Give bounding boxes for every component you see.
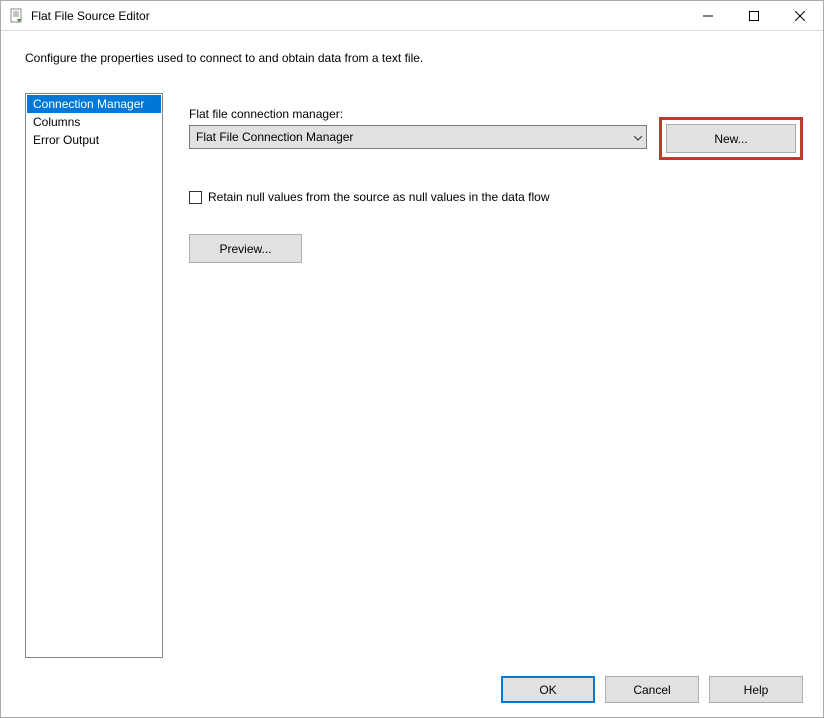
maximize-button[interactable] — [731, 1, 777, 30]
main-content: Connection Manager Columns Error Output … — [1, 93, 823, 658]
dialog-window: Flat File Source Editor Configure the pr… — [0, 0, 824, 718]
cancel-button[interactable]: Cancel — [605, 676, 699, 703]
dialog-description: Configure the properties used to connect… — [1, 31, 823, 93]
right-panel: Flat file connection manager: Flat File … — [189, 93, 803, 658]
retain-null-checkbox[interactable] — [189, 191, 202, 204]
sidebar-item-columns[interactable]: Columns — [27, 113, 161, 131]
connection-row: Flat File Connection Manager New... — [189, 125, 803, 160]
app-icon — [9, 8, 25, 24]
sidebar-item-label: Connection Manager — [33, 97, 144, 111]
sidebar-item-connection-manager[interactable]: Connection Manager — [27, 95, 161, 113]
ok-button[interactable]: OK — [501, 676, 595, 703]
button-bar: OK Cancel Help — [1, 658, 823, 717]
sidebar-item-error-output[interactable]: Error Output — [27, 131, 161, 149]
retain-null-label[interactable]: Retain null values from the source as nu… — [208, 190, 550, 204]
window-controls — [685, 1, 823, 30]
window-title: Flat File Source Editor — [31, 9, 685, 23]
content-area: Configure the properties used to connect… — [1, 31, 823, 717]
help-button[interactable]: Help — [709, 676, 803, 703]
close-button[interactable] — [777, 1, 823, 30]
chevron-down-icon — [634, 130, 642, 144]
sidebar-item-label: Error Output — [33, 133, 99, 147]
new-button[interactable]: New... — [666, 124, 796, 153]
preview-button[interactable]: Preview... — [189, 234, 302, 263]
sidebar-item-label: Columns — [33, 115, 80, 129]
dropdown-value: Flat File Connection Manager — [196, 130, 353, 144]
retain-null-row: Retain null values from the source as nu… — [189, 190, 803, 204]
titlebar: Flat File Source Editor — [1, 1, 823, 31]
connection-manager-dropdown[interactable]: Flat File Connection Manager — [189, 125, 647, 149]
new-button-highlight: New... — [659, 117, 803, 160]
page-sidebar: Connection Manager Columns Error Output — [25, 93, 163, 658]
minimize-button[interactable] — [685, 1, 731, 30]
